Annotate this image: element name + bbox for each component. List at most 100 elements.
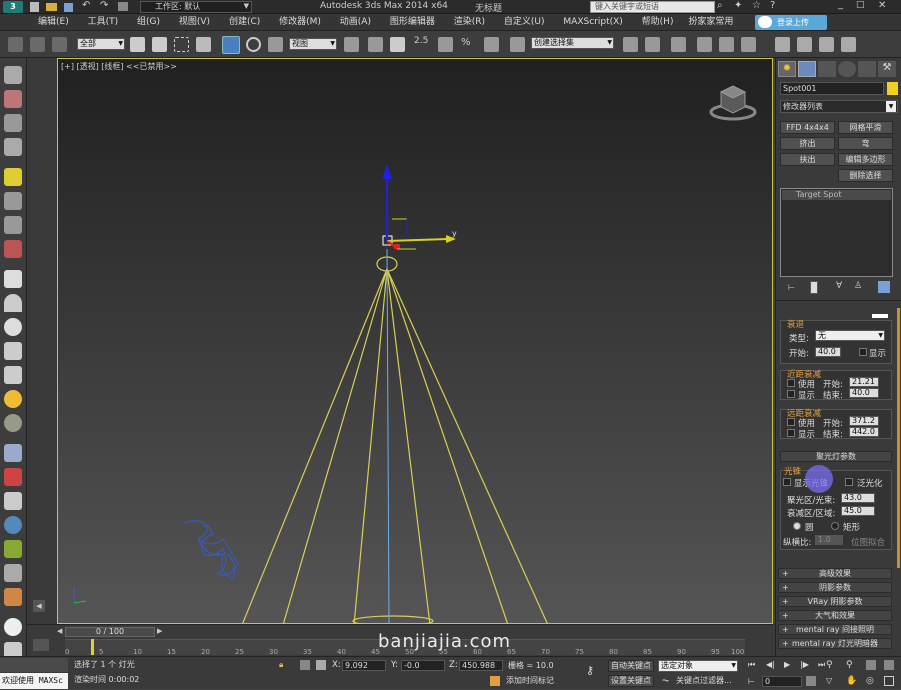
- rollout-vray-shadow-params[interactable]: + VRay 阴影参数: [778, 596, 892, 607]
- decay-show-checkbox[interactable]: [859, 348, 867, 356]
- object-name-field[interactable]: Spot001: [780, 82, 884, 95]
- motion-tab-icon[interactable]: [838, 61, 856, 77]
- render-production-icon[interactable]: [841, 37, 856, 52]
- keyboard-shortcut-icon[interactable]: [390, 37, 405, 52]
- workspace-dropdown[interactable]: 工作区: 默认 ▼: [140, 1, 252, 13]
- select-and-move-icon[interactable]: [222, 36, 240, 54]
- helper-icon[interactable]: [4, 216, 22, 234]
- swatch-white[interactable]: [872, 314, 888, 318]
- menu-custom-common[interactable]: 扮家家常用: [684, 14, 737, 31]
- teapot-primitive-icon[interactable]: [4, 342, 22, 360]
- go-to-end-icon[interactable]: ⏭: [818, 660, 825, 670]
- biped-icon[interactable]: [4, 492, 22, 510]
- layer-manager-icon[interactable]: [671, 37, 686, 52]
- rollout-mental-ray-shader[interactable]: + mental ray 灯光明暗器: [778, 638, 892, 649]
- hf-icon[interactable]: [4, 564, 22, 582]
- link-icon[interactable]: [8, 37, 23, 52]
- menu-rendering[interactable]: 渲染(R): [450, 14, 489, 31]
- key-filters-button[interactable]: 关键点过滤器...: [676, 675, 740, 687]
- select-and-manipulate-icon[interactable]: [368, 37, 383, 52]
- menu-maxscript[interactable]: MAXScript(X): [559, 14, 626, 31]
- near-atten-use-checkbox[interactable]: [787, 379, 795, 387]
- remove-modifier-icon[interactable]: ♙: [854, 281, 862, 291]
- lock-selection-icon[interactable]: 🔒︎: [279, 660, 283, 670]
- spotlight-params-rollout-header[interactable]: 聚光灯参数: [780, 451, 892, 462]
- rollout-scrollbar[interactable]: [897, 308, 900, 568]
- unlink-icon[interactable]: [30, 37, 45, 52]
- pin-stack-icon[interactable]: ⊢: [788, 283, 795, 292]
- pan-view-icon[interactable]: ✋: [846, 676, 857, 686]
- utilities-tab-icon[interactable]: ⚒: [878, 61, 896, 77]
- menu-modifiers[interactable]: 修改器(M): [275, 14, 325, 31]
- open-file-icon[interactable]: [46, 3, 57, 11]
- document-icon[interactable]: [4, 114, 22, 132]
- orbit-icon[interactable]: ◎: [866, 676, 874, 686]
- play-icon[interactable]: ▶: [784, 660, 790, 669]
- circle-radio[interactable]: [793, 522, 801, 530]
- time-slider-next-icon[interactable]: ▶: [157, 627, 162, 635]
- maximize-icon[interactable]: □: [856, 0, 865, 10]
- mod-button-meshsmooth[interactable]: 网格平滑: [838, 121, 893, 134]
- torus-primitive-icon[interactable]: [4, 414, 22, 432]
- align-icon[interactable]: [645, 37, 660, 52]
- redo-icon[interactable]: ↷: [100, 0, 108, 11]
- zoom-extents-icon[interactable]: [866, 660, 876, 670]
- menu-help[interactable]: 帮助(H): [638, 14, 678, 31]
- bind-space-warp-icon[interactable]: [52, 37, 67, 52]
- minimize-icon[interactable]: _: [838, 0, 843, 10]
- display-tab-icon[interactable]: [858, 61, 876, 77]
- menu-edit[interactable]: 编辑(E): [34, 14, 73, 31]
- transform-type-in-icon[interactable]: [316, 660, 326, 670]
- hotspot-field[interactable]: 43.0: [841, 493, 875, 503]
- undo-icon[interactable]: ↶: [82, 0, 90, 11]
- material-editor-icon[interactable]: [775, 37, 790, 52]
- camera-icon[interactable]: [4, 192, 22, 210]
- save-file-icon[interactable]: [64, 3, 73, 12]
- particle-icon[interactable]: [4, 468, 22, 486]
- grid-icon[interactable]: [4, 138, 22, 156]
- field-of-view-icon[interactable]: ▽: [826, 676, 832, 685]
- app-logo-icon[interactable]: 3: [3, 1, 23, 13]
- decay-start-field[interactable]: 40.0: [815, 347, 841, 357]
- edit-named-selection-icon[interactable]: [510, 37, 525, 52]
- modifier-list-dropdown[interactable]: 修改器列表 ▼: [780, 100, 898, 113]
- rectangular-selection-icon[interactable]: [174, 37, 189, 52]
- falloff-field[interactable]: 45.0: [841, 506, 875, 516]
- far-atten-use-checkbox[interactable]: [787, 418, 795, 426]
- key-mode-toggle-icon[interactable]: ⊢: [748, 677, 755, 686]
- reference-coordinate-dropdown[interactable]: 视图 ▼: [289, 38, 337, 50]
- menu-create[interactable]: 创建(C): [225, 14, 264, 31]
- add-time-tag-button[interactable]: 添加时间标记: [506, 675, 568, 687]
- menu-tools[interactable]: 工具(T): [84, 14, 123, 31]
- auto-key-button[interactable]: 自动关键点: [608, 660, 654, 672]
- mod-button-ffd[interactable]: FFD 4x4x4: [780, 121, 835, 134]
- y-coordinate-field[interactable]: -0.0: [401, 660, 445, 671]
- previous-frame-icon[interactable]: ◀|: [766, 660, 775, 669]
- rollout-mental-ray-indirect[interactable]: + mental ray 间接照明: [778, 624, 892, 635]
- space-warp-icon[interactable]: [4, 240, 22, 258]
- rendered-frame-window-icon[interactable]: [819, 37, 834, 52]
- menu-views[interactable]: 视图(V): [175, 14, 214, 31]
- mod-button-bend[interactable]: 弯: [838, 137, 893, 150]
- maxscript-listener[interactable]: 欢迎使用 MAXSc: [0, 673, 68, 689]
- stack-item-target-spot[interactable]: Target Spot: [782, 190, 891, 200]
- time-slider-prev-icon[interactable]: ◀: [57, 627, 62, 635]
- render-tools-icon[interactable]: [4, 90, 22, 108]
- time-config-icon[interactable]: [806, 676, 816, 686]
- key-icon[interactable]: ⚷: [586, 664, 594, 677]
- configure-modifier-sets-icon[interactable]: [878, 281, 890, 293]
- mini-curve-editor-icon[interactable]: [33, 639, 49, 651]
- near-atten-end-field[interactable]: 40.0: [849, 388, 879, 398]
- dome-primitive-icon[interactable]: [4, 294, 22, 312]
- set-key-button[interactable]: 设置关键点: [608, 675, 654, 687]
- far-atten-end-field[interactable]: 442.0: [849, 427, 879, 437]
- modifier-stack[interactable]: Target Spot: [780, 188, 893, 277]
- key-filter-icon[interactable]: ⏦: [662, 676, 669, 686]
- decay-type-dropdown[interactable]: 无 ▼: [815, 330, 885, 341]
- perspective-viewport[interactable]: [+] [透视] [线框] <<已禁用>> y banjiajia.com: [57, 58, 773, 652]
- make-unique-icon[interactable]: ∀: [836, 281, 842, 291]
- spinner-snap-icon[interactable]: [484, 37, 499, 52]
- far-atten-start-field[interactable]: 371.2: [849, 416, 879, 426]
- new-file-icon[interactable]: [30, 2, 39, 12]
- overshoot-checkbox[interactable]: [845, 478, 853, 486]
